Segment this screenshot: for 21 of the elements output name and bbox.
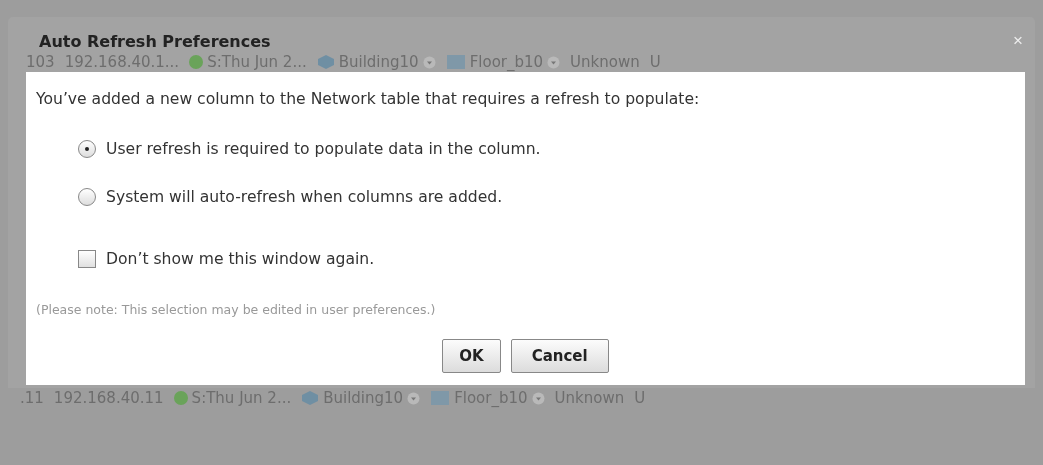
status-dot-icon <box>189 55 204 69</box>
radio-button[interactable] <box>78 140 96 158</box>
dropdown-icon <box>531 391 545 405</box>
option-label: System will auto-refresh when columns are added. <box>106 188 503 206</box>
cube-icon <box>316 54 335 70</box>
checkbox-label: Don’t show me this window again. <box>106 250 375 268</box>
status-dot-icon <box>173 391 188 405</box>
option-label: User refresh is required to populate data in the column. <box>106 140 541 158</box>
note-text: (Please note: This selection may be edited in user preferences.) <box>36 302 437 317</box>
dialog-title: Auto Refresh Preferences <box>39 31 271 51</box>
cube-icon <box>301 390 320 406</box>
dropdown-icon <box>547 55 561 69</box>
floor-icon <box>430 390 451 406</box>
dropdown-icon <box>407 391 421 405</box>
floor-icon <box>445 54 466 70</box>
cancel-button[interactable]: Cancel <box>510 339 609 373</box>
dropdown-icon <box>422 55 436 69</box>
radio-button[interactable] <box>78 188 96 206</box>
message-text: You’ve added a new column to the Network table that requires a refresh to populate: <box>36 90 701 108</box>
ok-button[interactable]: OK <box>442 339 501 373</box>
checkbox[interactable] <box>78 250 96 268</box>
